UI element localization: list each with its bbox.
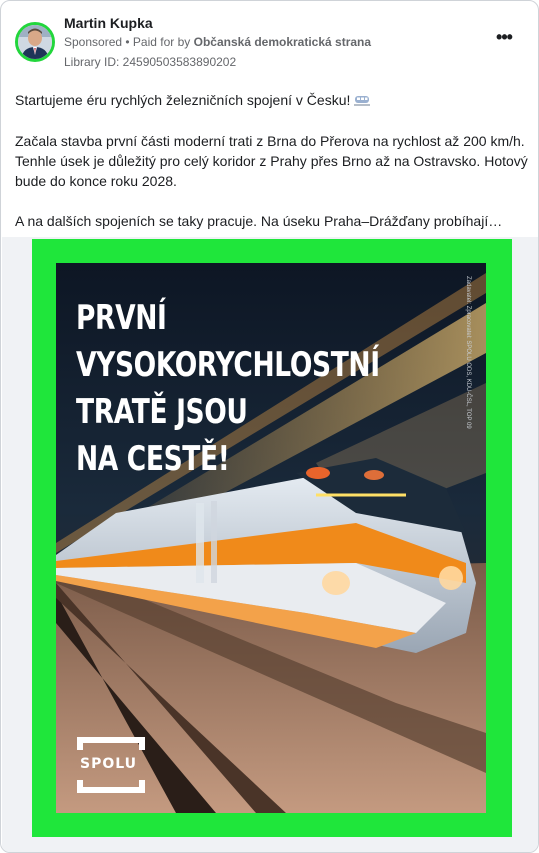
post-paragraph[interactable]: A na dalších spojeních se taky pracuje. … (15, 211, 530, 231)
more-options-button[interactable]: ••• (492, 27, 516, 51)
spolu-logo: SPOLU (76, 736, 146, 796)
author-name[interactable]: Martin Kupka (64, 15, 153, 31)
ad-disclaimer: Zadavatel: Zpracovatel: SPOLU ODS, KDU-Č… (465, 276, 471, 429)
ad-image[interactable]: PRVNÍ VYSOKORYCHLOSTNÍ TRATĚ JSOU NA CES… (32, 239, 512, 837)
spolu-logo-text: SPOLU (80, 756, 138, 772)
library-id: Library ID: 24590503583890202 (64, 55, 237, 69)
post-header: Martin Kupka Sponsored • Paid for by Obč… (13, 13, 526, 73)
paid-for-org[interactable]: Občanská demokratická strana (194, 35, 371, 49)
post-paragraph: Začala stavba první části moderní trati … (15, 133, 528, 190)
avatar-portrait-icon (18, 25, 52, 59)
post-text: Startujeme éru rychlých železničních spo… (15, 90, 530, 251)
train-photo: PRVNÍ VYSOKORYCHLOSTNÍ TRATĚ JSOU NA CES… (56, 263, 486, 813)
train-emoji-icon (354, 91, 371, 111)
post-paragraph: Startujeme éru rychlých železničních spo… (15, 90, 530, 111)
sponsored-line: Sponsored • Paid for by Občanská demokra… (64, 35, 371, 49)
ad-card: Martin Kupka Sponsored • Paid for by Obč… (0, 0, 539, 853)
sponsored-label: Sponsored (64, 35, 123, 49)
author-avatar[interactable] (15, 22, 55, 62)
ad-headline: PRVNÍ VYSOKORYCHLOSTNÍ TRATĚ JSOU NA CES… (76, 298, 380, 479)
paid-for-prefix: • Paid for by (122, 35, 194, 49)
